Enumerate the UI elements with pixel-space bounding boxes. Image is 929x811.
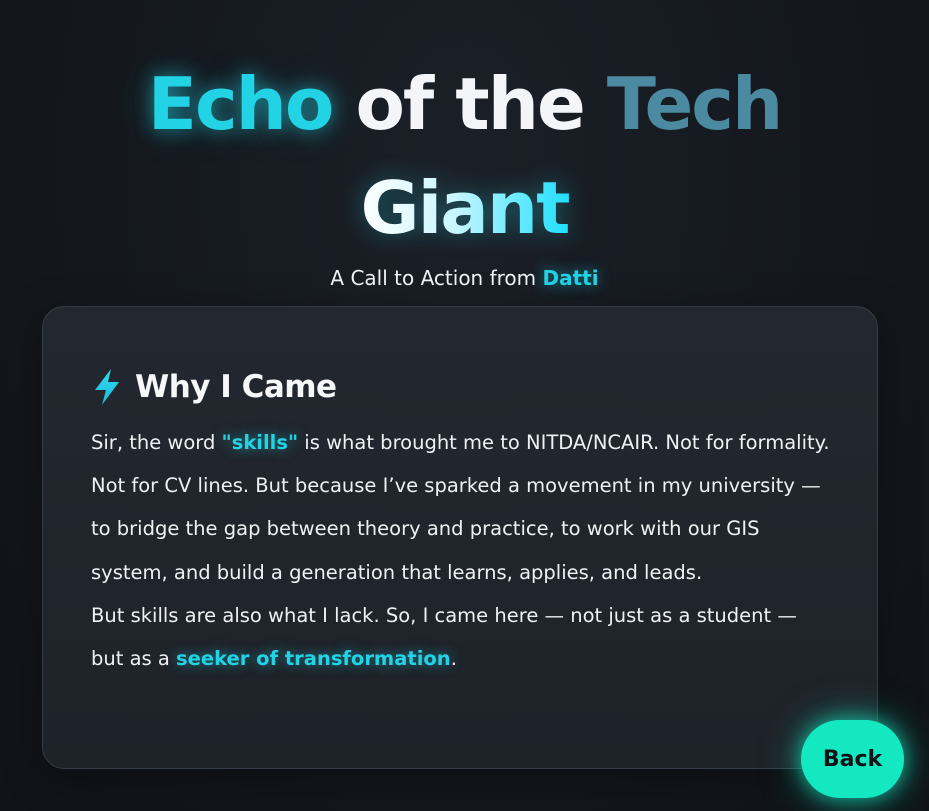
back-button[interactable]: Back xyxy=(801,720,904,798)
why-i-came-card: Why I Came Sir, the word "skills" is wha… xyxy=(42,306,878,769)
title-words-of-the: of the xyxy=(355,62,585,146)
page-title: Echo of the Tech Giant xyxy=(0,52,929,260)
skills-highlight: "skills" xyxy=(221,431,299,454)
subtitle-prefix: A Call to Action from xyxy=(330,266,543,290)
title-word-tech: Tech xyxy=(606,62,783,146)
card-title: Why I Came xyxy=(135,369,337,405)
transformation-highlight: seeker of transformation xyxy=(176,647,451,671)
card-header: Why I Came xyxy=(91,365,833,409)
title-word-echo: Echo xyxy=(147,62,335,146)
card-body: Sir, the word "skills" is what brought m… xyxy=(91,421,833,680)
paragraph-1: Sir, the word "skills" is what brought m… xyxy=(91,421,833,594)
paragraph-2: But skills are also what I lack. So, I c… xyxy=(91,594,833,680)
title-word-giant: Giant xyxy=(360,166,570,250)
hero-header: Echo of the Tech Giant A Call to Action … xyxy=(0,52,929,292)
page-subtitle: A Call to Action from Datti xyxy=(0,264,929,292)
paragraph-2-end: . xyxy=(450,647,457,671)
paragraph-1-start: Sir, the word xyxy=(91,431,222,454)
lightning-bolt-icon xyxy=(91,367,123,407)
author-name: Datti xyxy=(542,266,599,290)
